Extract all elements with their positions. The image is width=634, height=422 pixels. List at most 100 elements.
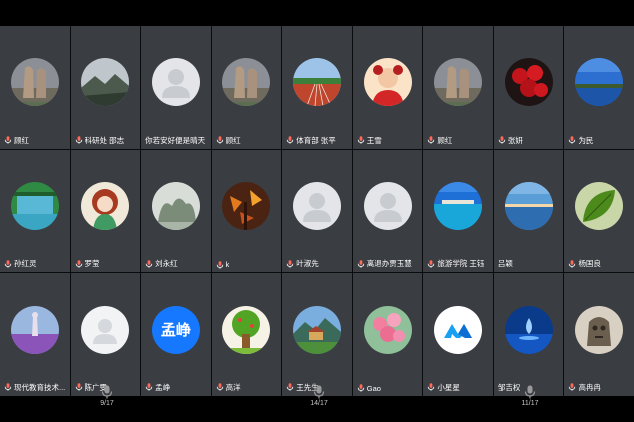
participant-label: 体育部 张平 <box>286 135 350 146</box>
participant-label: 刘永红 <box>145 258 209 269</box>
participant-name: 王雪 <box>366 135 382 145</box>
avatar: 孟峥 <box>151 305 200 354</box>
participant-label: 杨国良 <box>568 258 632 269</box>
avatar <box>222 305 271 354</box>
participant-name: 为民 <box>578 135 594 145</box>
top-bar <box>0 0 634 26</box>
participant-label: 高洋 <box>216 382 280 393</box>
avatar <box>504 58 553 107</box>
participant-label: 张妍 <box>498 135 562 146</box>
participant-tile[interactable]: 孙红灵 <box>0 149 70 273</box>
participant-name: k <box>225 260 230 270</box>
avatar <box>363 58 412 107</box>
microphone-icon <box>216 261 223 269</box>
participant-label: Gao <box>357 384 421 393</box>
microphone-icon <box>4 136 12 144</box>
participant-tile[interactable]: Gao <box>352 273 423 396</box>
participant-tile[interactable]: 离退办贾玉慧 <box>352 149 423 273</box>
microphone-icon <box>428 260 435 268</box>
participant-tile[interactable]: 高冉冉 <box>564 273 634 396</box>
participant-tile[interactable]: 高洋 <box>211 273 282 396</box>
participant-tile[interactable]: 叶淑先 <box>282 149 352 273</box>
participant-tile[interactable]: 陈广雯 <box>70 273 141 396</box>
participant-tile[interactable]: 王先生 <box>282 273 352 396</box>
avatar <box>222 58 271 107</box>
participant-label: 叶淑先 <box>286 258 350 269</box>
participant-tile[interactable]: k <box>211 149 282 273</box>
microphone-icon <box>428 136 435 144</box>
avatar <box>10 58 59 107</box>
participant-name: 高冉冉 <box>578 382 601 392</box>
participant-tile[interactable]: 杨国良 <box>564 149 634 273</box>
participant-tile[interactable]: 张妍 <box>493 26 564 149</box>
participant-tile[interactable]: 王雪 <box>352 26 423 149</box>
participant-name: 刘永红 <box>155 259 178 269</box>
participant-name: 离退办贾玉慧 <box>366 259 412 269</box>
participant-tile[interactable]: 为民 <box>564 26 634 149</box>
avatar <box>81 58 130 107</box>
participant-tile[interactable]: 罗莹 <box>70 149 141 273</box>
participant-tile[interactable]: 顾红 <box>423 26 493 149</box>
participant-tile[interactable]: 顾红 <box>211 26 282 149</box>
avatar <box>504 182 553 231</box>
avatar <box>504 305 553 354</box>
participant-tile[interactable]: 你若安好便是晴天 <box>141 26 211 149</box>
participant-name: 小星星 <box>437 382 460 392</box>
participant-label: k <box>216 260 280 269</box>
microphone-icon <box>101 385 113 399</box>
participant-tile[interactable]: 孟峥 孟峥 <box>141 273 211 396</box>
microphone-icon <box>216 383 223 392</box>
participant-name: 现代教育技术... <box>14 382 66 392</box>
microphone-icon <box>524 385 536 399</box>
participant-label: 科研处 邵志 <box>75 135 139 146</box>
participant-tile[interactable]: 旅游学院 王钰 <box>423 149 493 273</box>
participant-tile[interactable]: 小星星 <box>423 273 493 396</box>
participant-tile[interactable]: 吕颖 <box>493 149 564 273</box>
pager-indicator-2[interactable]: 14/17 <box>299 385 339 408</box>
microphone-icon <box>4 383 12 392</box>
participant-tile[interactable]: 现代教育技术... <box>0 273 70 396</box>
participant-label: 为民 <box>568 135 632 146</box>
avatar <box>292 305 341 354</box>
pager-indicator-1[interactable]: 9/17 <box>87 385 127 408</box>
avatar <box>151 182 200 231</box>
participant-label: 罗莹 <box>75 258 139 269</box>
avatar <box>292 182 341 231</box>
avatar <box>81 182 130 231</box>
avatar <box>363 305 412 354</box>
participant-tile[interactable]: 刘永红 <box>141 149 211 273</box>
participant-label: 现代教育技术... <box>4 382 68 393</box>
participant-tile[interactable]: 体育部 张平 <box>282 26 352 149</box>
participant-tile[interactable]: 科研处 邵志 <box>70 26 141 149</box>
microphone-icon <box>569 260 576 268</box>
pager-indicator-3[interactable]: 11/17 <box>510 385 550 408</box>
participant-tile[interactable]: 顾红 <box>0 26 70 149</box>
participant-name: 顾红 <box>14 135 29 145</box>
participant-tile[interactable]: 邹吉权 <box>493 273 564 396</box>
participant-name: 张妍 <box>507 135 523 145</box>
microphone-icon <box>216 136 223 144</box>
participant-label: 离退办贾玉慧 <box>357 258 421 269</box>
participant-label: 顾红 <box>4 135 68 146</box>
avatar <box>575 58 624 107</box>
participant-label: 高冉冉 <box>568 382 632 393</box>
avatar <box>575 182 624 231</box>
participant-label: 孟峥 <box>145 382 209 393</box>
avatar <box>151 58 200 107</box>
microphone-icon <box>287 383 294 392</box>
avatar <box>10 182 59 231</box>
avatar <box>575 305 624 354</box>
avatar <box>81 305 130 354</box>
participant-label: 小星星 <box>427 382 491 393</box>
participant-name: 孟峥 <box>155 382 171 392</box>
avatar <box>434 182 483 231</box>
avatar <box>222 182 271 231</box>
avatar <box>292 58 341 107</box>
participant-name: 孙红灵 <box>14 259 37 269</box>
participant-label: 孙红灵 <box>4 258 68 269</box>
participant-name: 顾红 <box>225 135 241 145</box>
avatar <box>363 182 412 231</box>
microphone-icon <box>75 383 82 392</box>
avatar <box>434 305 483 354</box>
microphone-icon <box>357 136 364 144</box>
